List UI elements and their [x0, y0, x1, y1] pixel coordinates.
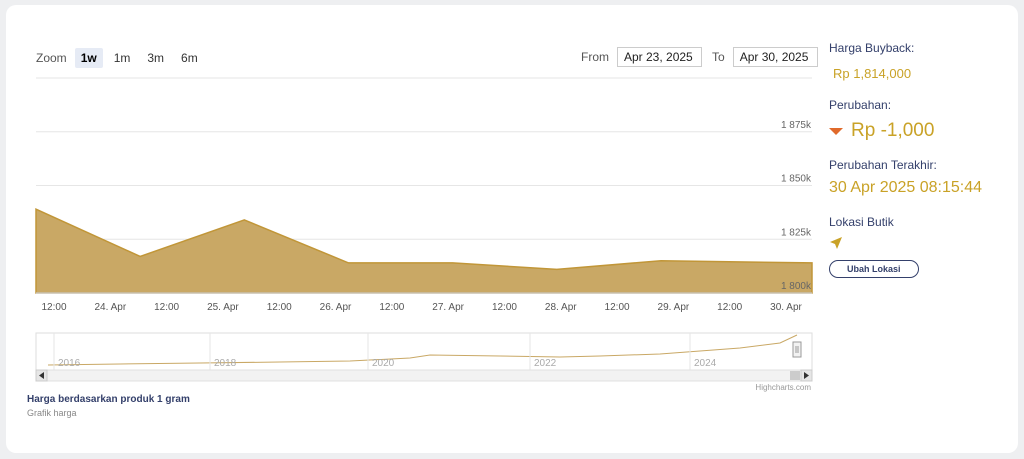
x-tick-label: 28. Apr [545, 302, 577, 313]
x-tick-label: 12:00 [267, 302, 292, 313]
scrollbar-track[interactable] [35, 369, 813, 382]
x-tick-label: 25. Apr [207, 302, 239, 313]
last-change-value: 30 Apr 2025 08:15:44 [829, 179, 983, 196]
last-change-label: Perubahan Terakhir: [829, 158, 937, 172]
change-row: Rp -1,000 [829, 120, 1009, 142]
x-tick-label: 12:00 [717, 302, 742, 313]
scrollbar-thumb[interactable] [790, 371, 800, 380]
x-axis-labels: 12:00 24. Apr 12:00 25. Apr 12:00 26. Apr 12:0… [36, 292, 812, 313]
x-tick-label: 12:00 [41, 302, 66, 313]
down-arrow-icon [829, 128, 843, 135]
location-arrow-icon[interactable] [829, 236, 843, 250]
y-tick-label: 1 800k [781, 281, 812, 292]
x-tick-label: 12:00 [605, 302, 630, 313]
navigator-label: 2022 [534, 358, 557, 369]
x-tick-label: 30. Apr [770, 302, 802, 313]
change-label: Perubahan: [829, 98, 892, 112]
x-tick-label: 29. Apr [658, 302, 690, 313]
y-tick-label: 1 875k [781, 120, 812, 131]
highcharts-credit[interactable]: Highcharts.com [755, 383, 811, 392]
y-tick-label: 1 850k [781, 174, 812, 185]
navigator-label: 2018 [214, 358, 237, 369]
navigator-label: 2024 [694, 358, 717, 369]
chart-caption-subtitle: Grafik harga [27, 408, 77, 418]
x-tick-label: 12:00 [154, 302, 179, 313]
scrollbar [35, 369, 813, 382]
buyback-value: Rp 1,814,000 [833, 66, 912, 81]
x-tick-label: 12:00 [492, 302, 517, 313]
change-value: Rp -1,000 [851, 120, 935, 141]
x-tick-label: 12:00 [379, 302, 404, 313]
navigator-label: 2016 [58, 358, 81, 369]
x-tick-label: 27. Apr [432, 302, 464, 313]
y-tick-label: 1 825k [781, 227, 812, 238]
navigator-handle[interactable] [792, 341, 802, 358]
location-label: Lokasi Butik [829, 215, 894, 229]
x-tick-label: 24. Apr [94, 302, 126, 313]
price-info-panel: Harga Buyback: Rp 1,814,000 Perubahan: R… [829, 41, 1009, 278]
price-area [35, 207, 813, 294]
chart-caption-title: Harga berdasarkan produk 1 gram [27, 394, 190, 405]
buyback-label: Harga Buyback: [829, 41, 915, 55]
x-tick-label: 26. Apr [320, 302, 352, 313]
navigator: 2016 2018 2020 2022 2024 [35, 332, 813, 371]
navigator-label: 2020 [372, 358, 395, 369]
change-location-button[interactable]: Ubah Lokasi [829, 260, 919, 278]
